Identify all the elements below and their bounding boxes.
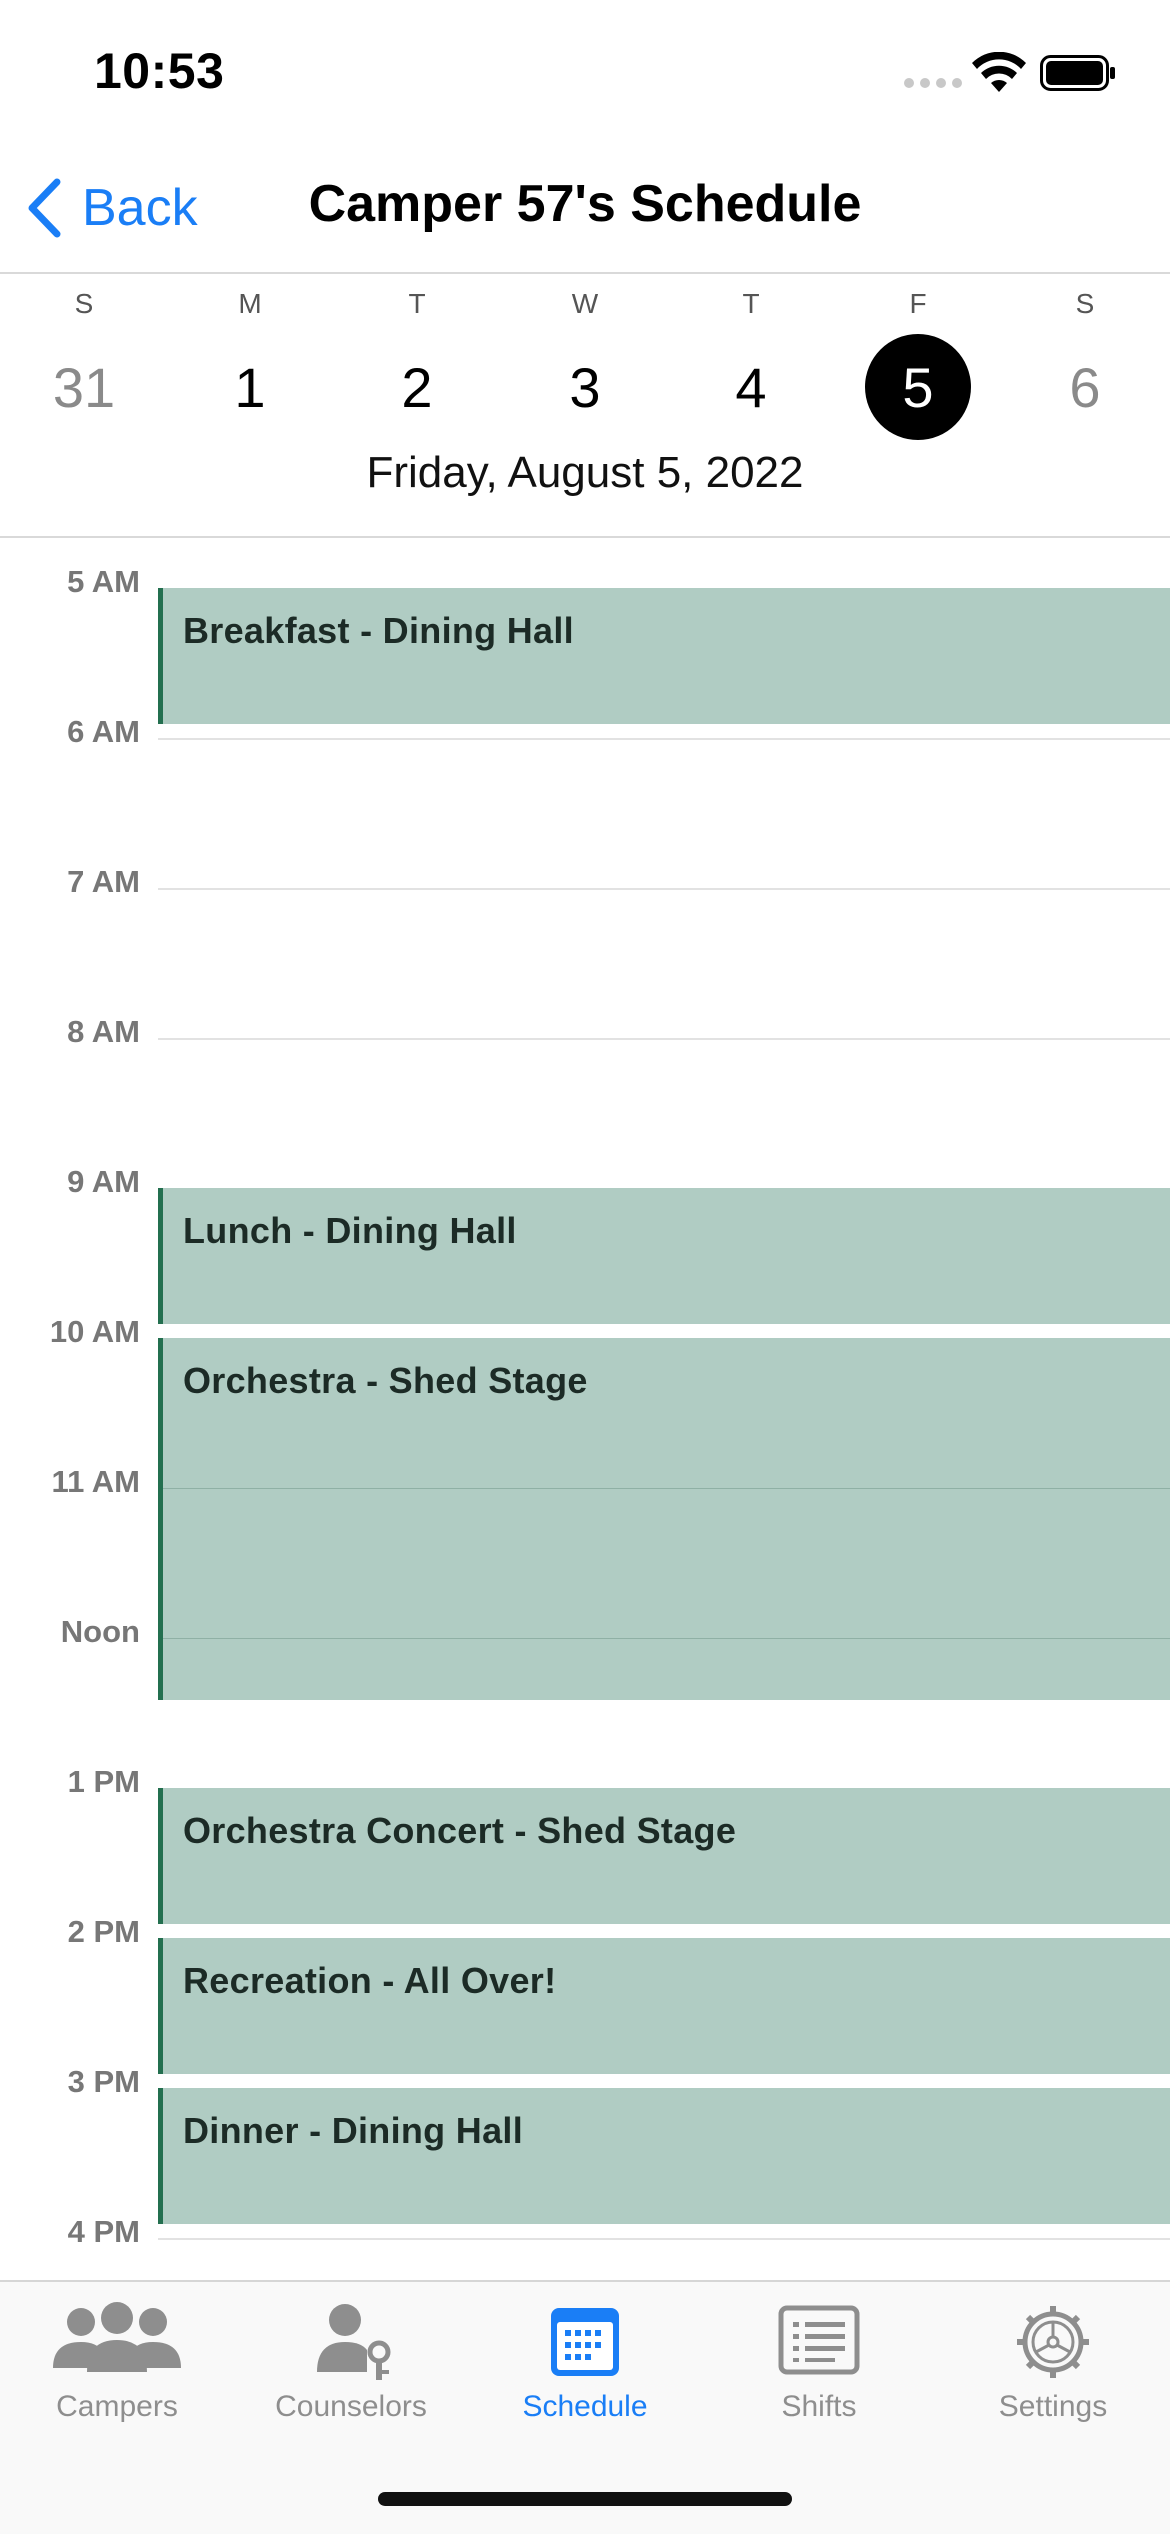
hour-label: 1 PM <box>67 1764 140 1799</box>
event-lunch[interactable]: Lunch - Dining Hall <box>158 1188 1170 1324</box>
hour-label: 9 AM <box>67 1164 140 1199</box>
day-letter: M <box>238 288 262 319</box>
event-title: Lunch - Dining Hall <box>183 1210 517 1251</box>
people-icon <box>53 2302 181 2372</box>
day-letter: T <box>408 288 426 319</box>
day-number: 4 <box>735 355 767 419</box>
hour-label: 4 PM <box>67 2214 140 2249</box>
day-thursday[interactable]: T 4 <box>667 272 835 452</box>
hour-label: 5 AM <box>67 564 140 599</box>
battery-icon <box>1040 55 1115 91</box>
tab-label: Shifts <box>781 2390 857 2423</box>
day-letter: S <box>1075 288 1095 319</box>
day-number: 5 <box>902 355 934 419</box>
hour-label: 3 PM <box>67 2064 140 2099</box>
gear-icon <box>1017 2306 1089 2378</box>
day-sunday[interactable]: S 31 <box>0 272 168 452</box>
tab-counselors[interactable]: Counselors <box>234 2282 468 2462</box>
day-saturday[interactable]: S 6 <box>1001 272 1169 452</box>
day-letter: F <box>909 288 927 319</box>
calendar-icon <box>551 2308 619 2376</box>
day-number: 6 <box>1069 355 1101 419</box>
day-number: 31 <box>52 355 116 419</box>
day-tuesday[interactable]: T 2 <box>333 272 501 452</box>
tab-schedule[interactable]: Schedule <box>468 2282 702 2462</box>
day-number: 2 <box>401 355 433 419</box>
event-breakfast[interactable]: Breakfast - Dining Hall <box>158 588 1170 724</box>
event-title: Breakfast - Dining Hall <box>183 610 574 651</box>
hour-row: 7 AM <box>0 864 1170 899</box>
status-time: 10:53 <box>94 43 225 99</box>
event-hour-gridline <box>163 1638 1170 1639</box>
hour-gridline <box>158 738 1170 740</box>
day-letter: S <box>74 288 94 319</box>
week-strip: S 31 M 1 T 2 W 3 T 4 F 5 S 6 Friday, Aug… <box>0 272 1170 538</box>
event-title: Orchestra Concert - Shed Stage <box>183 1810 737 1851</box>
tab-settings[interactable]: Settings <box>936 2282 1170 2462</box>
hour-label: 6 AM <box>67 714 140 749</box>
list-icon <box>778 2305 860 2375</box>
tab-label: Schedule <box>522 2390 648 2423</box>
person-key-icon <box>317 2304 391 2380</box>
tab-shifts[interactable]: Shifts <box>702 2282 936 2462</box>
hour-label: 2 PM <box>67 1914 140 1949</box>
day-letter: W <box>571 288 599 319</box>
home-indicator[interactable] <box>378 2492 792 2506</box>
event-title: Recreation - All Over! <box>183 1960 557 2001</box>
hour-gridline <box>158 2238 1170 2240</box>
event-orchestra-concert[interactable]: Orchestra Concert - Shed Stage <box>158 1788 1170 1924</box>
selected-day-circle: 5 <box>865 334 971 440</box>
event-recreation[interactable]: Recreation - All Over! <box>158 1938 1170 2074</box>
day-timeline[interactable]: 5 AM 6 AM 7 AM 8 AM 9 AM 10 AM 11 AM Noo… <box>0 538 1170 2278</box>
day-monday[interactable]: M 1 <box>166 272 334 452</box>
event-orchestra[interactable]: Orchestra - Shed Stage <box>158 1338 1170 1700</box>
wifi-icon <box>972 52 1026 92</box>
day-letter: T <box>742 288 760 319</box>
navigation-bar: Back Camper 57's Schedule <box>0 140 1170 274</box>
page-title: Camper 57's Schedule <box>308 175 862 233</box>
event-hour-gridline <box>163 1488 1170 1489</box>
tab-campers[interactable]: Campers <box>0 2282 234 2462</box>
day-wednesday[interactable]: W 3 <box>501 272 669 452</box>
event-dinner[interactable]: Dinner - Dining Hall <box>158 2088 1170 2224</box>
tab-label: Counselors <box>275 2390 427 2423</box>
event-title: Orchestra - Shed Stage <box>183 1360 588 1401</box>
selected-date-label: Friday, August 5, 2022 <box>366 448 804 497</box>
hour-gridline <box>158 1038 1170 1040</box>
tab-label: Settings <box>998 2390 1108 2423</box>
cellular-signal-icon <box>904 78 962 88</box>
tab-label: Campers <box>56 2390 178 2423</box>
hour-row: 6 AM <box>0 714 1170 749</box>
hour-row: 4 PM <box>0 2214 1170 2249</box>
status-bar: 10:53 <box>0 0 1170 140</box>
hour-row: 8 AM <box>0 1014 1170 1049</box>
hour-label: 11 AM <box>51 1464 140 1499</box>
hour-gridline <box>158 888 1170 890</box>
day-friday-selected[interactable]: F 5 <box>834 272 1002 452</box>
hour-label: Noon <box>60 1614 140 1649</box>
day-number: 1 <box>234 355 266 419</box>
hour-label: 7 AM <box>67 864 140 899</box>
hour-label: 10 AM <box>49 1314 140 1349</box>
event-title: Dinner - Dining Hall <box>183 2110 524 2151</box>
day-number: 3 <box>569 355 601 419</box>
hour-label: 8 AM <box>67 1014 140 1049</box>
